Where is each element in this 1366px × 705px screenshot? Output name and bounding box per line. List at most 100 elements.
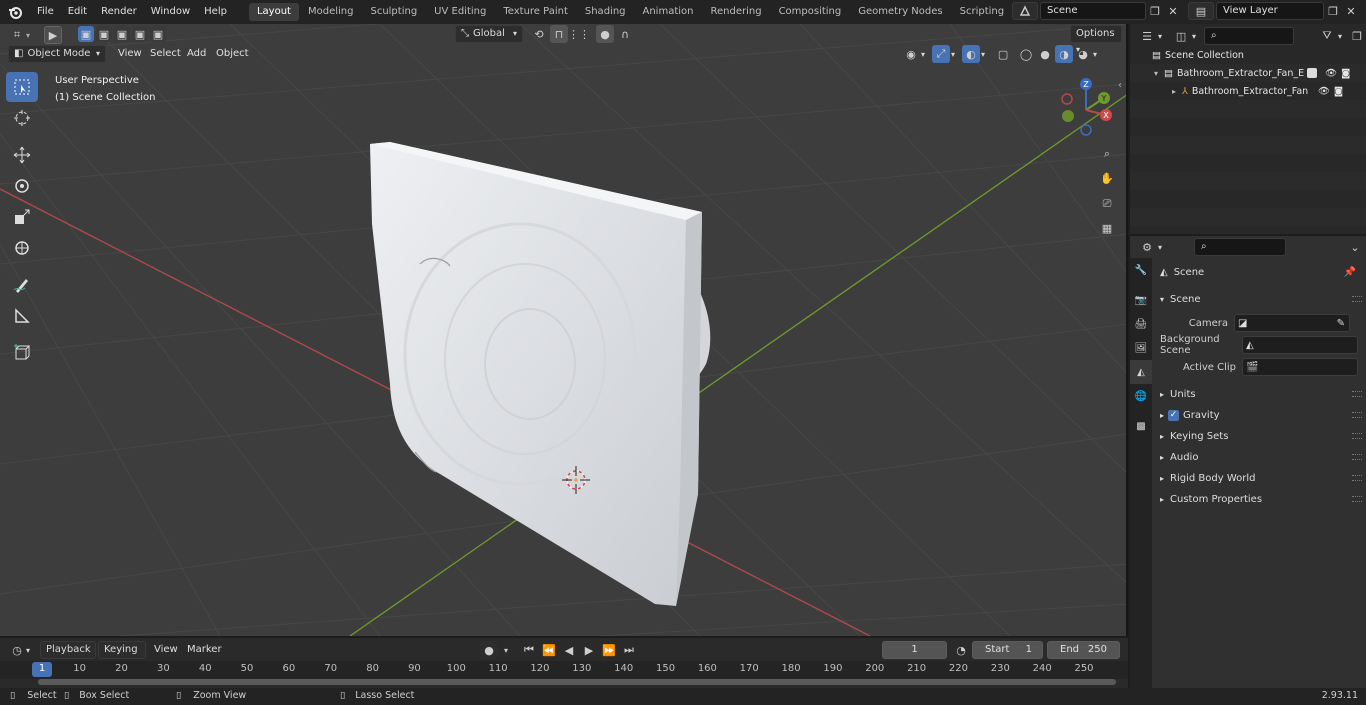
blender-logo-icon[interactable] xyxy=(6,3,24,21)
camera-view-icon[interactable]: ⎚ xyxy=(1098,191,1116,216)
cursor-tool-icon[interactable] xyxy=(6,103,38,133)
menu-window[interactable]: Window xyxy=(144,2,197,22)
move-tool-icon[interactable] xyxy=(6,140,38,170)
falloff-icon[interactable]: ∩ xyxy=(616,25,634,43)
audio-panel[interactable]: ▸ Audio xyxy=(1152,447,1366,467)
jump-end-icon[interactable]: ⏭ xyxy=(620,641,638,659)
scene-selector[interactable]: Scene ❐ ✕ xyxy=(1012,2,1182,20)
playback-menu[interactable]: Playback ▾ xyxy=(40,641,96,670)
jump-start-icon[interactable]: ⏮ xyxy=(520,641,538,659)
proportional-edit-icon[interactable]: ● xyxy=(596,25,614,43)
timer-icon[interactable]: ◔ xyxy=(952,641,970,659)
overlay-toggle-icon[interactable]: ◐ xyxy=(962,45,981,63)
tab-texture-paint[interactable]: Texture Paint xyxy=(495,3,576,21)
rendered-shading-icon[interactable]: ◕ xyxy=(1074,45,1092,63)
menu-help[interactable]: Help xyxy=(197,2,234,22)
measure-tool-icon[interactable] xyxy=(6,301,38,331)
view-layer-field[interactable]: View Layer xyxy=(1216,2,1324,20)
select-box-tool-icon[interactable] xyxy=(6,72,38,102)
drag-handle-icon[interactable] xyxy=(1352,296,1362,302)
gravity-panel[interactable]: ▸ ✓ Gravity xyxy=(1152,405,1366,425)
outliner-row-fan-env[interactable]: ▾ ▤ Bathroom_Extractor_Fan_Env 👁 ◙ xyxy=(1130,64,1366,82)
collection-checkbox[interactable] xyxy=(1307,68,1317,78)
tab-scripting[interactable]: Scripting xyxy=(952,3,1012,21)
view-layer-tab-icon[interactable]: 🖼 xyxy=(1130,336,1152,360)
tab-shading[interactable]: Shading xyxy=(577,3,634,21)
gravity-checkbox[interactable]: ✓ xyxy=(1168,409,1180,421)
delete-view-layer-icon[interactable]: ✕ xyxy=(1342,2,1360,20)
keying-menu[interactable]: Keying ▾ xyxy=(98,641,146,670)
jump-prev-keyframe-icon[interactable]: ⏪ xyxy=(540,641,558,659)
select-invert-icon[interactable]: ▣ xyxy=(132,26,148,42)
world-tab-icon[interactable]: 🌐 xyxy=(1130,384,1152,408)
outliner-row-scene-collection[interactable]: ▤ Scene Collection xyxy=(1130,46,1366,64)
rigid-body-world-panel[interactable]: ▸ Rigid Body World xyxy=(1152,468,1366,488)
record-options-icon[interactable]: ▾ xyxy=(500,641,512,659)
expand-arrow-icon[interactable]: ▾ xyxy=(1154,69,1158,78)
tool-tab-icon[interactable]: 🔧 xyxy=(1130,258,1152,282)
new-collection-icon[interactable]: ❐ xyxy=(1348,27,1366,45)
menu-file[interactable]: File xyxy=(30,2,61,22)
drag-handle-icon[interactable] xyxy=(1352,433,1362,439)
view-layer-selector[interactable]: ▤ View Layer ❐ ✕ xyxy=(1188,2,1360,20)
material-shading-icon[interactable]: ◑ xyxy=(1055,45,1074,63)
menu-edit[interactable]: Edit xyxy=(61,2,94,22)
outliner-search-input[interactable]: ⌕ xyxy=(1204,27,1295,45)
outliner-row-fan-object[interactable]: ▸ ⅄ Bathroom_Extractor_Fan 👁 ◙ xyxy=(1130,82,1366,100)
drag-handle-icon[interactable] xyxy=(1352,475,1362,481)
background-scene-field[interactable]: ◭ xyxy=(1242,336,1358,354)
select-subtract-icon[interactable]: ▣ xyxy=(114,26,130,42)
end-frame-field[interactable]: End 250 xyxy=(1047,641,1120,659)
filter-icon[interactable]: ⛛ xyxy=(1318,27,1336,45)
select-extend-icon[interactable]: ▣ xyxy=(96,26,112,42)
drag-handle-icon[interactable] xyxy=(1352,412,1362,418)
properties-search-input[interactable]: ⌕ xyxy=(1194,238,1287,256)
start-frame-field[interactable]: Start 1 xyxy=(972,641,1043,659)
select-new-icon[interactable]: ▣ xyxy=(78,26,94,42)
new-view-layer-icon[interactable]: ❐ xyxy=(1324,2,1342,20)
navigation-gizmo[interactable]: Z Y X xyxy=(1054,74,1120,140)
output-tab-icon[interactable]: 🖨 xyxy=(1130,312,1152,336)
tab-geometry-nodes[interactable]: Geometry Nodes xyxy=(850,3,950,21)
scale-tool-icon[interactable] xyxy=(6,202,38,232)
transform-orientation-dropdown[interactable]: ⤡ Global ▾ xyxy=(455,25,523,43)
render-tab-icon[interactable]: 📷 xyxy=(1130,288,1152,312)
keying-sets-panel[interactable]: ▸ Keying Sets xyxy=(1152,426,1366,446)
expand-arrow-icon[interactable]: ▸ xyxy=(1172,87,1176,96)
custom-properties-panel[interactable]: ▸ Custom Properties xyxy=(1152,489,1366,509)
tab-compositing[interactable]: Compositing xyxy=(771,3,850,21)
tab-uv-editing[interactable]: UV Editing xyxy=(426,3,494,21)
drag-handle-icon[interactable] xyxy=(1352,391,1362,397)
select-intersect-icon[interactable]: ▣ xyxy=(150,26,166,42)
units-panel[interactable]: ▸ Units xyxy=(1152,384,1366,404)
tab-sculpting[interactable]: Sculpting xyxy=(362,3,425,21)
add-cube-tool-icon[interactable] xyxy=(6,338,38,368)
snap-toggle-icon[interactable]: ⊓ xyxy=(550,25,568,43)
texture-tab-icon[interactable]: ▩ xyxy=(1130,414,1152,438)
drag-handle-icon[interactable] xyxy=(1352,454,1362,460)
play-icon[interactable]: ▶ xyxy=(580,641,598,659)
eye-icon[interactable]: 👁 xyxy=(1318,86,1330,97)
tab-rendering[interactable]: Rendering xyxy=(702,3,769,21)
delete-scene-icon[interactable]: ✕ xyxy=(1164,2,1182,20)
properties-editor-type-icon[interactable]: ⚙ xyxy=(1138,238,1156,256)
zoom-icon[interactable]: ⌕ xyxy=(1098,141,1116,166)
xray-icon[interactable]: ▢ xyxy=(994,45,1012,63)
timeline-editor-type-button[interactable]: ◷ ▾ xyxy=(8,641,30,659)
annotate-tool-icon[interactable] xyxy=(6,270,38,300)
display-mode-icon[interactable]: ◫ xyxy=(1172,27,1190,45)
scene-name-field[interactable]: Scene xyxy=(1040,2,1146,20)
tab-animation[interactable]: Animation xyxy=(635,3,702,21)
rotate-tool-icon[interactable] xyxy=(6,171,38,201)
camera-field[interactable]: ◪ ✎ xyxy=(1234,314,1350,332)
tweak-tool-icon[interactable]: ▶ xyxy=(44,26,62,44)
perspective-grid-icon[interactable]: ▦ xyxy=(1098,216,1116,241)
timeline-menu-marker[interactable]: Marker xyxy=(180,640,229,660)
eye-icon[interactable]: 👁 xyxy=(1325,68,1337,79)
viewport-menu-object[interactable]: Object xyxy=(209,44,256,64)
active-clip-field[interactable]: 🎬 xyxy=(1242,358,1358,376)
menu-render[interactable]: Render xyxy=(94,2,144,22)
editor-type-button[interactable]: ⌗ ▾ xyxy=(8,26,30,44)
drag-handle-icon[interactable] xyxy=(1352,496,1362,502)
eyedropper-icon[interactable]: ✎ xyxy=(1337,318,1345,329)
